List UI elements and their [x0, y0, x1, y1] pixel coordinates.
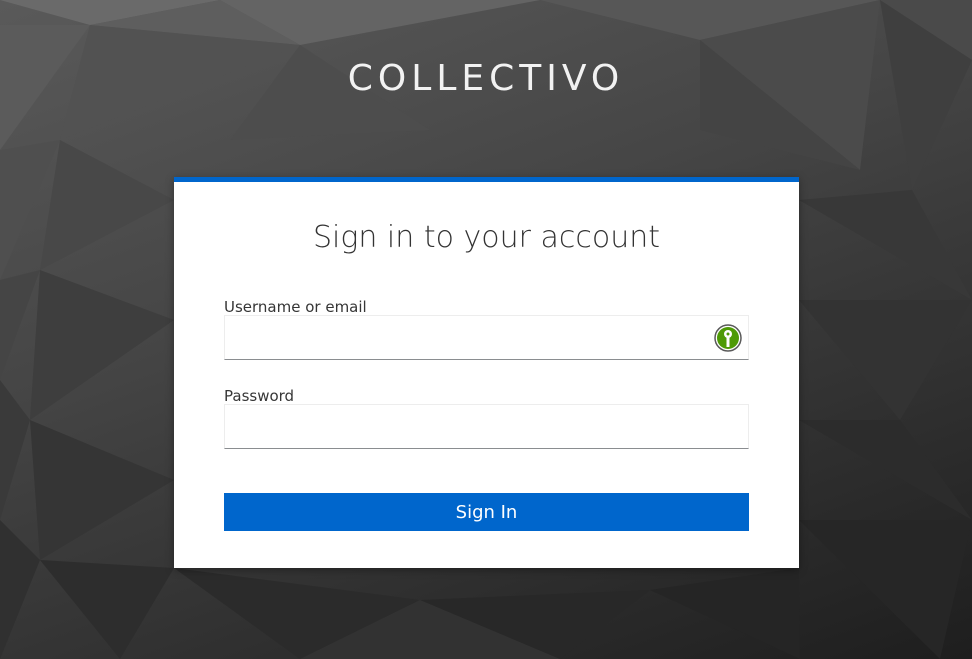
brand-title: COLLECTIVO [347, 58, 625, 99]
page-title: Sign in to your account [313, 220, 660, 255]
password-label: Password [224, 387, 295, 405]
username-input[interactable] [224, 315, 749, 360]
login-card: Sign in to your account Username or emai… [174, 177, 799, 568]
password-input[interactable] [224, 404, 749, 449]
username-label: Username or email [224, 298, 367, 316]
sign-in-button[interactable]: Sign In [224, 493, 749, 531]
keepassxc-icon[interactable] [714, 324, 742, 352]
